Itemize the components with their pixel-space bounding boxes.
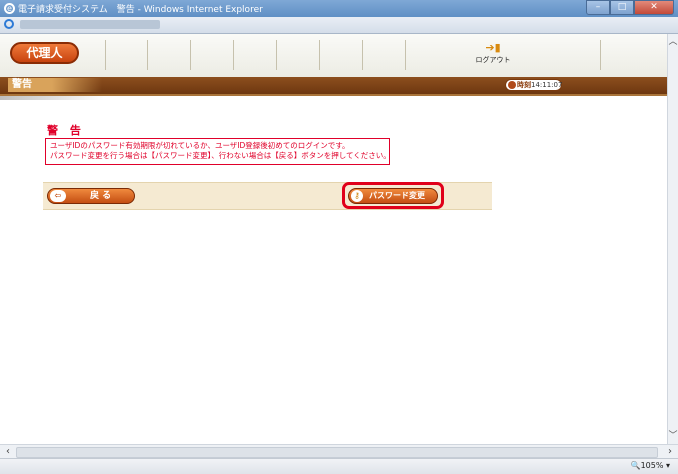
back-button-label: 戻 る [90, 191, 112, 201]
page-title: 警告 [8, 78, 52, 92]
warning-message-line: ユーザIDのパスワード有効期限が切れているか、ユーザID登録後初めてのログインで… [50, 141, 350, 150]
address-field[interactable] [20, 20, 160, 29]
agent-button[interactable]: 代理人 [10, 42, 79, 64]
page-icon [4, 19, 14, 29]
nav-placeholder-cells [105, 40, 406, 70]
warning-message-line: パスワード変更を行う場合は【パスワード変更】、行わない場合は【戻る】ボタンを押し… [50, 151, 391, 160]
nav-cell [105, 40, 148, 70]
clock-label: 時刻 [517, 81, 531, 89]
back-button[interactable]: ⇦ 戻 る [47, 188, 135, 204]
zoom-level: 105% [640, 461, 664, 470]
warning-message-box: ユーザIDのパスワード有効期限が切れているか、ユーザID登録後初めてのログインで… [45, 138, 391, 165]
window-title: 電子請求受付システム 警告 - Windows Internet Explore… [18, 5, 263, 15]
clock-time: 14:11:07 [531, 81, 563, 89]
clock-badge: 時刻14:11:07 [505, 79, 562, 91]
horizontal-scrollbar[interactable]: ‹ › [0, 444, 678, 458]
page-content: 代理人 ➔▮ ログアウト 警告 時刻14:11:07 警 告 ユーザIDのパスワ… [0, 34, 667, 444]
change-password-button[interactable]: ⚷ パスワード変更 [348, 188, 438, 204]
divider [0, 96, 104, 100]
scroll-thumb[interactable] [16, 447, 658, 458]
browser-window: e 電子請求受付システム 警告 - Windows Internet Explo… [0, 0, 678, 474]
minimize-button[interactable]: – [586, 0, 610, 15]
chevron-down-icon[interactable]: ﹀ [668, 430, 678, 442]
logout-label: ログアウト [475, 56, 511, 64]
nav-cell [277, 40, 320, 70]
page-title-strip: 警告 時刻14:11:07 [0, 77, 667, 96]
chevron-right-icon[interactable]: › [664, 445, 676, 458]
nav-cell [363, 40, 406, 70]
status-bar: 🔍105% ▾ [0, 458, 678, 474]
internet-explorer-icon: e [4, 3, 15, 14]
app-header: 代理人 ➔▮ ログアウト [0, 34, 667, 78]
window-controls: – □ ✕ [586, 0, 674, 15]
chevron-left-icon[interactable]: ‹ [2, 445, 14, 458]
action-bar: ⇦ 戻 る ⚷ パスワード変更 [43, 182, 492, 210]
change-password-label: パスワード変更 [369, 191, 425, 200]
address-bar [0, 17, 678, 34]
nav-cell [320, 40, 363, 70]
logout-icon: ➔▮ [485, 41, 501, 54]
clock-icon [508, 81, 516, 89]
zoom-control[interactable]: 🔍105% ▾ [631, 461, 670, 470]
nav-cell [191, 40, 234, 70]
nav-cell [148, 40, 191, 70]
arrow-left-icon: ⇦ [50, 190, 66, 202]
close-button[interactable]: ✕ [634, 0, 674, 15]
title-bar: e 電子請求受付システム 警告 - Windows Internet Explo… [0, 0, 678, 17]
maximize-button[interactable]: □ [610, 0, 634, 15]
title-fade [52, 78, 102, 92]
chevron-up-icon[interactable]: ︿ [668, 36, 678, 48]
nav-cell [234, 40, 277, 70]
logout-link[interactable]: ➔▮ ログアウト [473, 41, 513, 65]
key-icon: ⚷ [351, 190, 363, 202]
vertical-scrollbar[interactable]: ︿ ﹀ [667, 34, 678, 444]
warning-heading: 警 告 [47, 124, 85, 137]
